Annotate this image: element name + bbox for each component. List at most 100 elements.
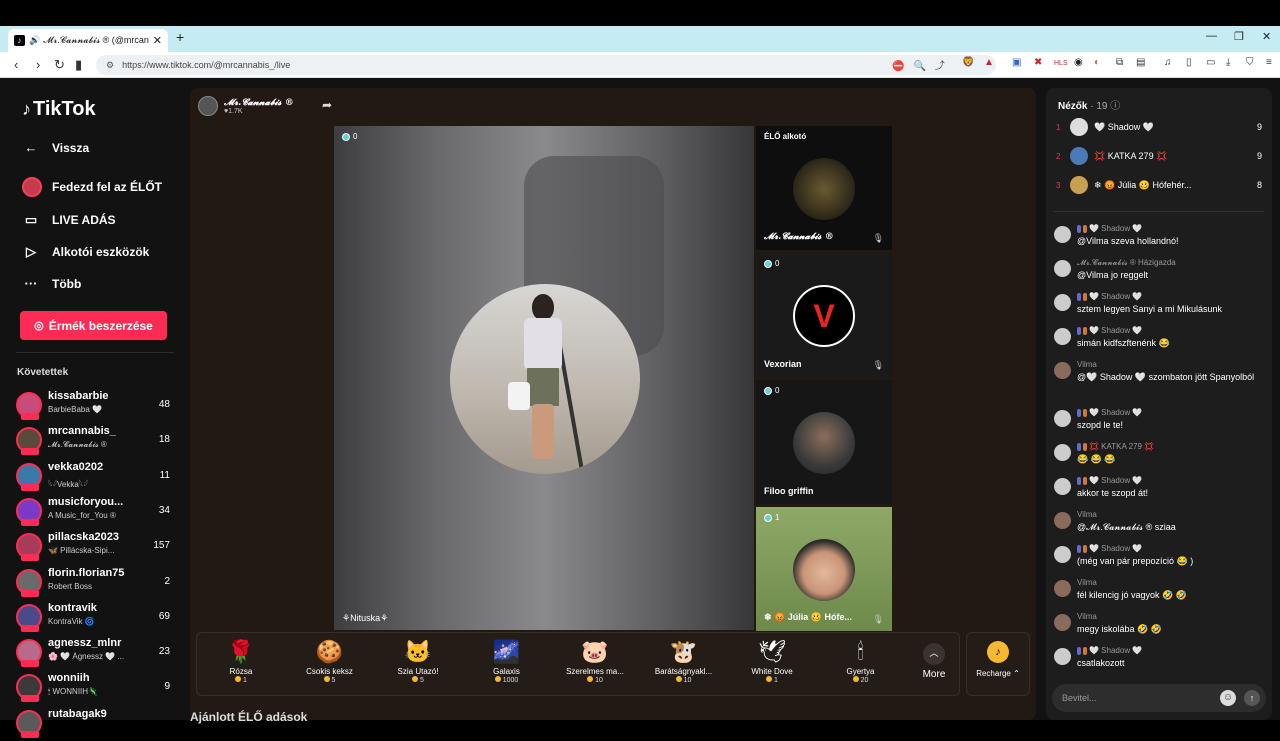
gift-item[interactable]: 🍪 Csokis keksz 5 — [290, 637, 370, 693]
back-icon[interactable]: ‹ — [14, 57, 18, 72]
avatar[interactable] — [1054, 648, 1071, 665]
avatar[interactable] — [1054, 580, 1071, 597]
viewers-header[interactable]: Nézők · 19 ⓘ — [1058, 97, 1120, 112]
browser-tab[interactable]: ♪ 🔊 𝓜𝓻.𝓒𝓪𝓷𝓷𝓪𝓫𝓲𝓼 ® (@mrcannabis ✕ — [8, 29, 168, 52]
extension-icon[interactable]: ▤ — [1136, 57, 1145, 68]
extension-icon[interactable]: ◐ — [1094, 57, 1100, 68]
gift-item[interactable]: 🌹 Rózsa 1 — [201, 637, 281, 693]
gift-item[interactable]: 🐮 Barátságnyakl... 10 — [644, 637, 724, 693]
new-tab-button[interactable]: + — [176, 29, 184, 45]
bookmark-icon[interactable]: ▮ — [75, 57, 82, 73]
get-coins-button[interactable]: ◎ Érmék beszerzése — [20, 311, 167, 340]
avatar[interactable] — [16, 568, 42, 597]
menu-icon[interactable]: ≡ — [1266, 57, 1272, 68]
extensions-puzzle-icon[interactable]: ⧉ — [1116, 57, 1123, 68]
gift-item[interactable]: 🐱 Szia Utazó! 5 — [378, 637, 458, 693]
following-item[interactable]: florin.florian75 Robert Boss 2 — [16, 566, 172, 600]
avatar[interactable] — [1054, 328, 1071, 345]
sidebar-item-more[interactable]: ··· Több — [22, 276, 82, 291]
avatar[interactable] — [1070, 118, 1088, 136]
avatar[interactable] — [1054, 546, 1071, 563]
gift-item[interactable]: 🐷 Szerelmes ma... 10 — [555, 637, 635, 693]
avatar[interactable] — [1054, 614, 1071, 631]
close-tab-icon[interactable]: ✕ — [153, 34, 162, 47]
sidebar-item-creator-tools[interactable]: ▷ Alkotói eszközök — [22, 244, 149, 260]
maximize-icon[interactable]: ❐ — [1234, 30, 1244, 43]
avatar[interactable] — [16, 639, 42, 668]
following-item[interactable]: rutabagak9 — [16, 707, 172, 741]
minimize-icon[interactable]: — — [1206, 30, 1217, 42]
info-icon[interactable]: ⓘ — [1110, 101, 1120, 112]
following-item[interactable]: kissabarbie BarbieBaba 🤍 48 — [16, 389, 172, 423]
avatar[interactable] — [1054, 260, 1071, 277]
avatar[interactable] — [16, 392, 42, 420]
chat-message-meta: 🤍 Shadow 🤍 — [1077, 326, 1142, 335]
recharge-button[interactable]: ♪ Recharge ⌃ — [966, 632, 1030, 696]
following-item[interactable]: mrcannabis_ 𝓜𝓻.𝓒𝓪𝓷𝓷𝓪𝓫𝓲𝓼 ® 18 — [16, 424, 172, 458]
following-item[interactable]: pillacska2023 🦋 Pillácska-Sipi... 157 — [16, 530, 172, 564]
rewards-icon[interactable]: ▲ — [984, 57, 994, 68]
hls-extension-icon[interactable]: HLS — [1054, 60, 1068, 67]
top-viewer-row[interactable]: 2 💢 KATKA 279 💢 9 — [1056, 145, 1262, 167]
send-icon[interactable]: ↑ — [1244, 690, 1260, 706]
share-icon[interactable]: ➦ — [322, 98, 332, 112]
top-viewer-row[interactable]: 1 🤍 Shadow 🤍 9 — [1056, 116, 1262, 138]
chat-input[interactable]: Bevitel... ☺ ↑ — [1052, 684, 1266, 712]
gift-item[interactable]: 🕊 White Dove 1 — [732, 637, 812, 693]
avatar[interactable] — [1070, 147, 1088, 165]
wallet-icon[interactable]: ▭ — [1206, 57, 1215, 68]
avatar[interactable] — [16, 709, 42, 738]
host-avatar[interactable] — [198, 96, 218, 116]
guest-panel[interactable]: ÉLŐ alkotó 𝓜𝓻.𝓒𝓪𝓷𝓷𝓪𝓫𝓲𝓼 ® 🎙 — [756, 126, 892, 250]
avatar[interactable] — [1054, 478, 1071, 495]
forward-icon[interactable]: › — [36, 57, 40, 72]
avatar[interactable] — [16, 674, 42, 703]
guest-panel[interactable]: 1 ❄ 😡 Júlia 🥴 Hófe... 🎙 — [756, 507, 892, 631]
avatar[interactable] — [1054, 512, 1071, 529]
more-gifts-button[interactable]: ︿ More — [909, 637, 959, 693]
gift-item[interactable]: 🌌 Galaxis 1000 — [467, 637, 547, 693]
avatar[interactable] — [1070, 176, 1088, 194]
following-item[interactable]: wonniih 🕯 WONNIIH🦎 9 — [16, 671, 172, 705]
guest-panel[interactable]: 0 V Vexorian 🎙 — [756, 253, 892, 377]
address-bar-icons[interactable]: ⛔🔍⤴ — [892, 57, 954, 72]
vpn-icon[interactable]: ⛉ — [1246, 57, 1254, 68]
sidebar-icon[interactable]: ▯ — [1186, 57, 1192, 68]
tiktok-logo[interactable]: ♪ TikTok — [22, 98, 96, 121]
avatar[interactable] — [1054, 294, 1071, 311]
main-video[interactable]: 0 ⚘Nituska⚘ — [334, 126, 754, 630]
sidebar-item-back[interactable]: ← Vissza — [22, 140, 90, 155]
following-item[interactable]: kontravik KontraVik 🌀 69 — [16, 601, 172, 635]
reload-icon[interactable]: ↻ — [54, 57, 65, 73]
avatar[interactable] — [16, 497, 42, 526]
avatar[interactable] — [1054, 226, 1071, 243]
emoji-icon[interactable]: ☺ — [1220, 690, 1236, 706]
extension-x-icon[interactable]: ✖ — [1034, 57, 1042, 68]
top-viewer-row[interactable]: 3 ❄ 😡 Júlia 🥴 Hófehér... 8 — [1056, 174, 1262, 196]
translate-extension-icon[interactable]: ▣ — [1012, 57, 1021, 68]
avatar[interactable] — [16, 533, 42, 562]
avatar[interactable] — [16, 603, 42, 632]
following-item[interactable]: agnessz_mlnr 🌸 🤍 Ágnessz 🤍 ... 23 — [16, 636, 172, 670]
avatar[interactable] — [1054, 410, 1071, 427]
gift-price: 5 — [378, 676, 458, 684]
following-item[interactable]: vekka0202 𓆩𓆪Vekka𓆩𓆪 11 — [16, 460, 172, 494]
avatar[interactable] — [1054, 444, 1071, 461]
avatar[interactable] — [1054, 362, 1071, 379]
gift-item[interactable]: 🕯 Gyertya 20 — [821, 637, 901, 693]
brave-shield-icon[interactable]: 🦁 — [962, 57, 974, 68]
avatar[interactable] — [16, 462, 42, 491]
extension-icon[interactable]: ◉ — [1074, 57, 1083, 68]
avatar[interactable] — [16, 427, 42, 456]
site-info-icon[interactable]: ⚙ — [106, 60, 114, 71]
host-info[interactable]: 𝓜𝓻.𝓒𝓪𝓷𝓷𝓪𝓫𝓲𝓼 ® ♥1.7K — [198, 96, 294, 116]
media-icon[interactable]: ♫ — [1164, 57, 1172, 68]
speaker-icon[interactable]: 🔊 — [29, 35, 40, 46]
url-field[interactable]: ⚙ https://www.tiktok.com/@mrcannabis_/li… — [96, 55, 996, 75]
download-icon[interactable]: ⤓ — [1226, 57, 1230, 68]
sidebar-item-explore-live[interactable]: Fedezd fel az ÉLŐT — [22, 177, 162, 197]
guest-panel[interactable]: 0 Filoo griffin — [756, 380, 892, 504]
following-item[interactable]: musicforyou... A Music_for_You ® 34 — [16, 495, 172, 529]
sidebar-item-live[interactable]: ▭ LIVE ADÁS — [22, 212, 116, 228]
close-window-icon[interactable]: ✕ — [1262, 30, 1271, 43]
